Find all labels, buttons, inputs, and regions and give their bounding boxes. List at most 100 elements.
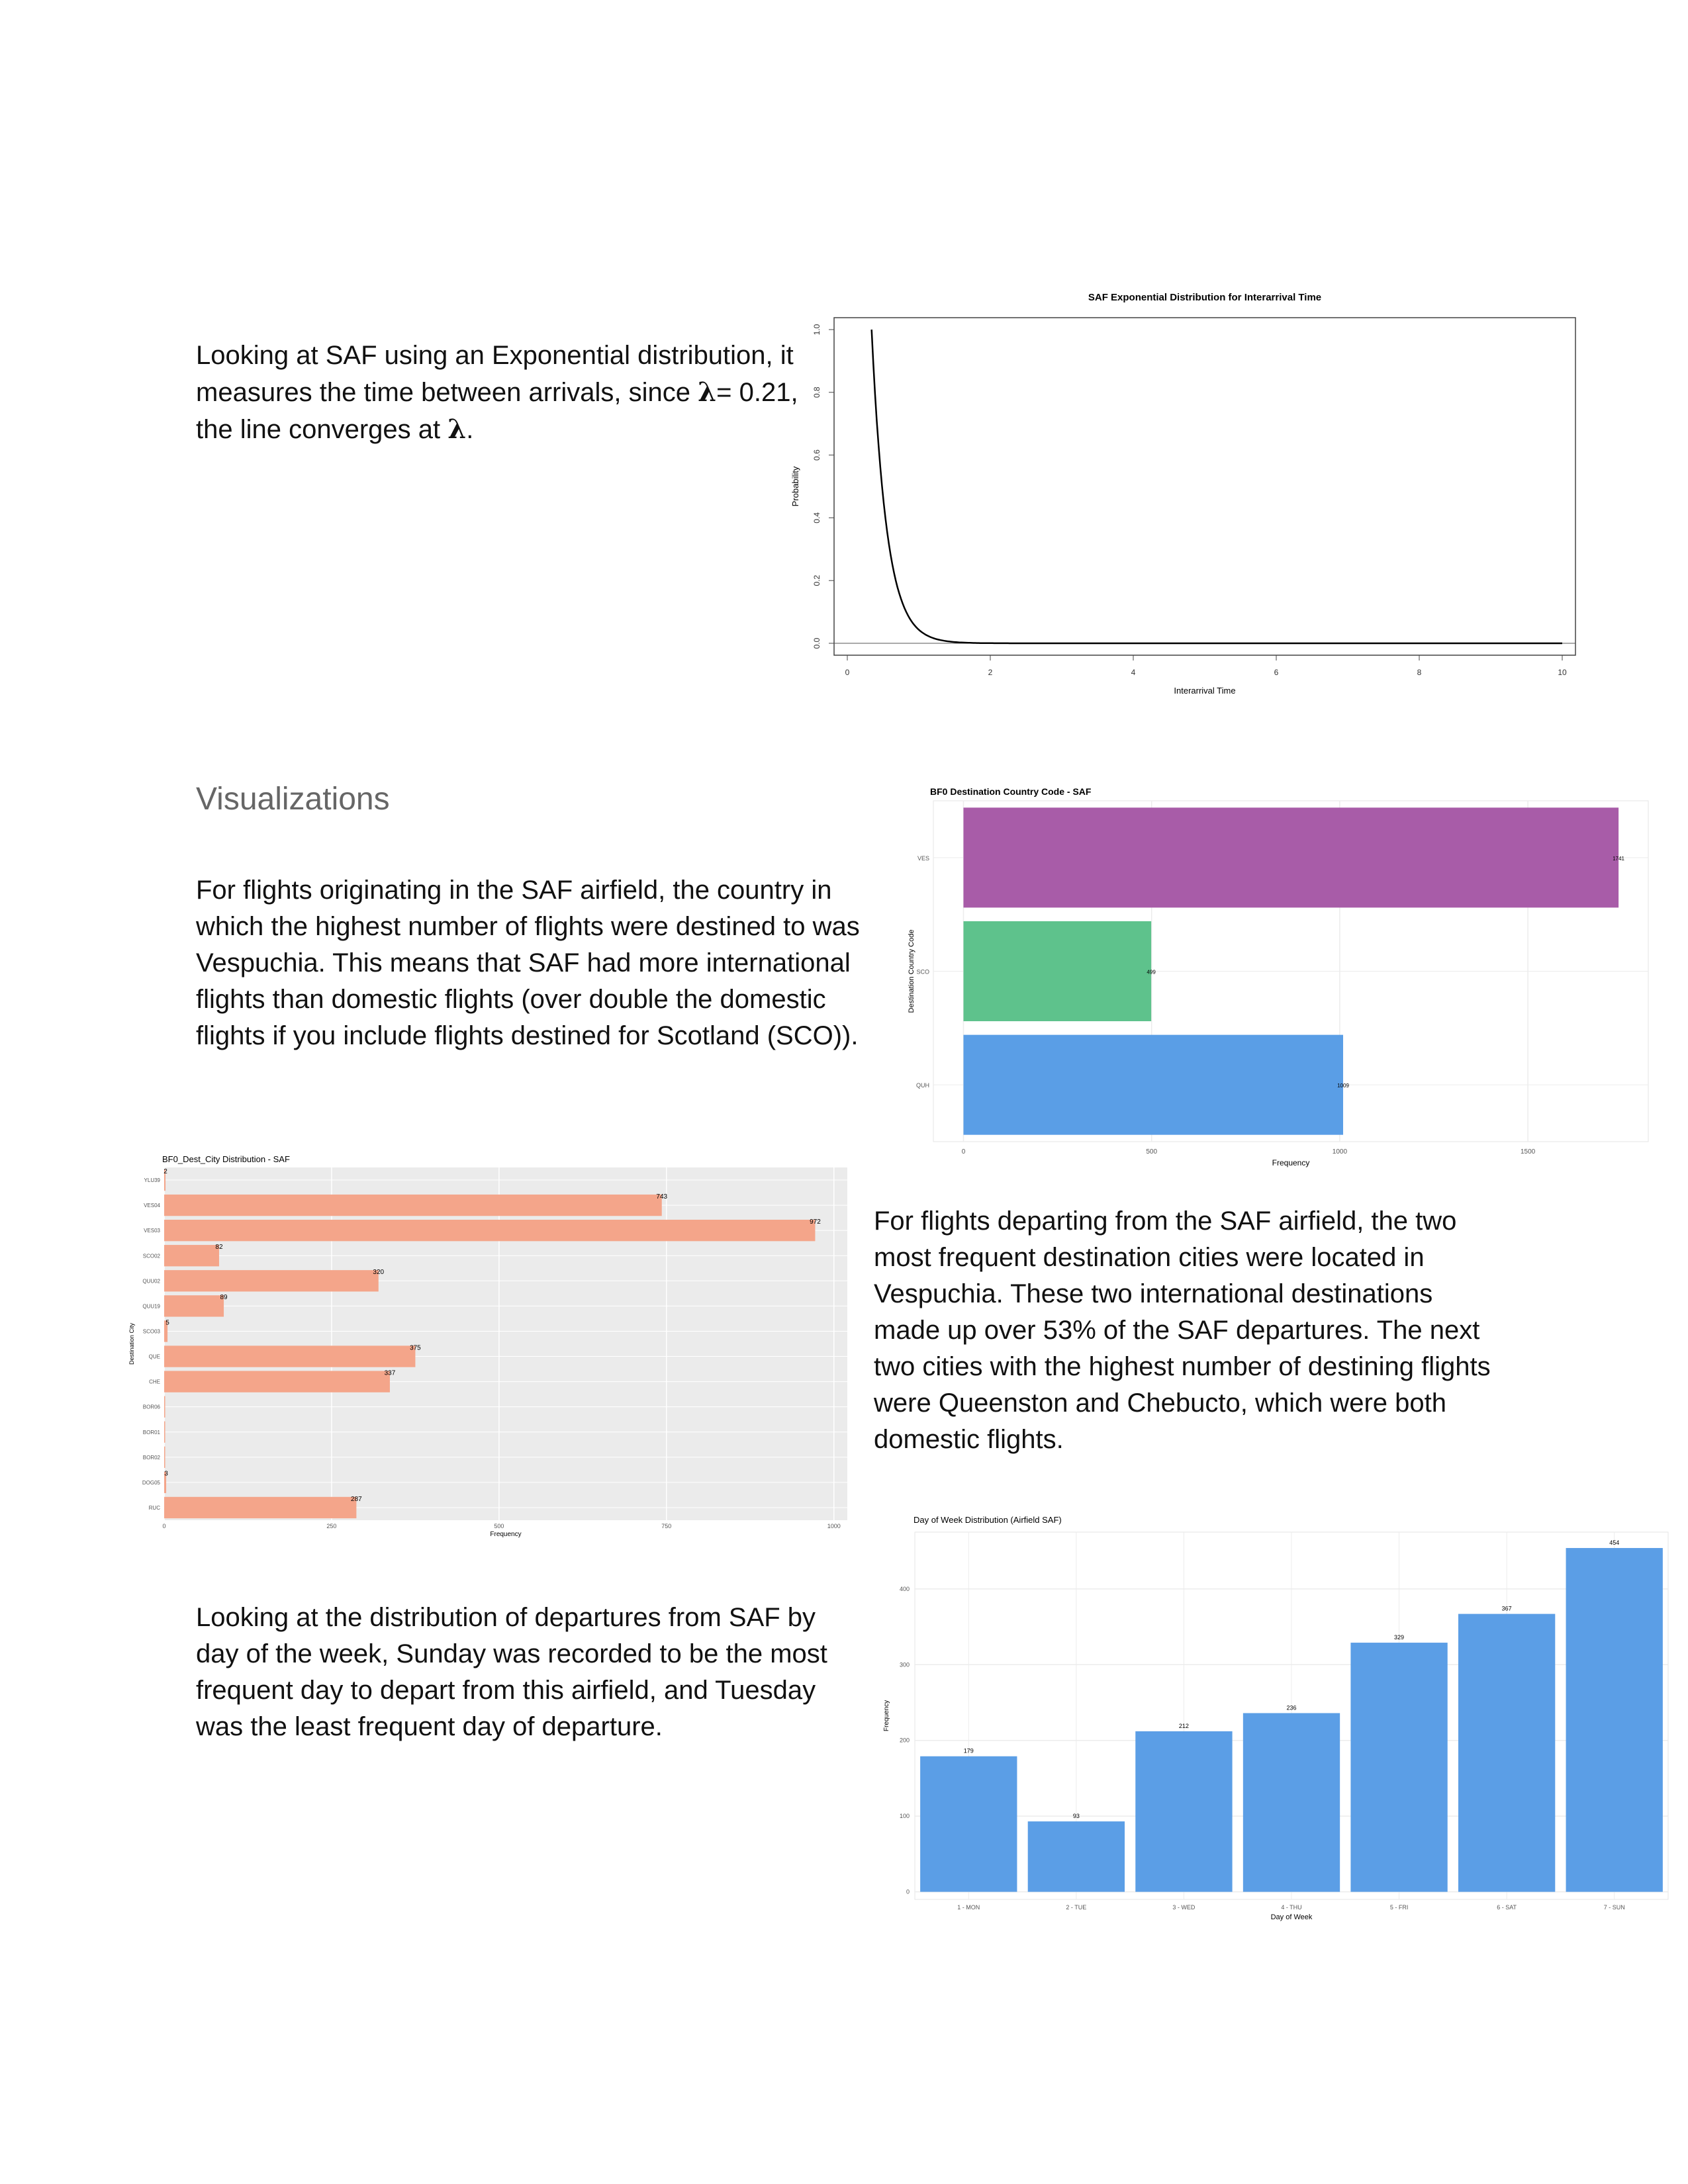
x-tick-label: 4 <box>1131 668 1136 677</box>
bar-value-label: 499 <box>1147 970 1156 976</box>
bar <box>164 1245 219 1267</box>
bar <box>1458 1614 1556 1892</box>
density-line <box>870 329 1562 645</box>
bar-value-label: 337 <box>385 1369 396 1377</box>
bar <box>164 1345 416 1367</box>
bar <box>164 1396 165 1418</box>
city-chart-svg: BF0_Dest_City Distribution - SAF 0 250 500 7… <box>128 1154 847 1538</box>
bar <box>1566 1548 1663 1892</box>
y-tick-label: YLU39 <box>144 1177 161 1183</box>
y-tick-label: 0.6 <box>812 449 821 461</box>
bar-value-label: 1741 <box>1613 856 1624 862</box>
x-axis-label: Frequency <box>490 1531 521 1538</box>
x-tick-label: 2 <box>988 668 993 677</box>
x-tick-label: 750 <box>661 1523 671 1529</box>
bar-value-label: 179 <box>964 1748 974 1754</box>
bar-value-label: 1009 <box>1337 1083 1349 1089</box>
y-tick-label: QUE <box>149 1354 160 1360</box>
x-axis-label: Frequency <box>1272 1158 1310 1167</box>
bar-value-label: 375 <box>410 1344 421 1351</box>
bar-value-label: 972 <box>810 1218 821 1226</box>
y-axis-label: Probability <box>790 466 800 506</box>
y-axis-label: Destination Country Code <box>908 930 915 1013</box>
x-tick-label: 2 - TUE <box>1066 1904 1086 1911</box>
x-tick-label: 1000 <box>827 1523 841 1529</box>
y-tick-label: 0.4 <box>812 512 821 523</box>
bar <box>164 1446 165 1469</box>
exponential-chart-svg: SAF Exponential Distribution for Interar… <box>790 292 1576 696</box>
bar-value-label: 212 <box>1179 1723 1189 1729</box>
y-tick-label: VES <box>917 855 929 862</box>
bar <box>963 921 1152 1022</box>
y-tick-label: 1.0 <box>812 324 821 335</box>
bar-value-label: 82 <box>215 1244 223 1251</box>
bar <box>164 1219 816 1242</box>
x-tick-label: 0 <box>962 1148 966 1156</box>
bar <box>164 1421 165 1443</box>
lambda-symbol: λ <box>698 377 717 408</box>
city-chart: BF0_Dest_City Distribution - SAF 0 250 500 7… <box>126 1153 861 1543</box>
bar-value-label: 743 <box>656 1193 667 1201</box>
bar-value-label: 5 <box>165 1319 169 1326</box>
bar <box>164 1295 224 1317</box>
chart-title: BF0_Dest_City Distribution - SAF <box>162 1154 290 1164</box>
x-tick-label: 0 <box>162 1523 165 1529</box>
bar-value-label: 329 <box>1394 1634 1404 1641</box>
y-tick-label: BOR01 <box>143 1430 161 1435</box>
x-tick-label: 10 <box>1558 668 1567 677</box>
x-tick-label: 7 - SUN <box>1604 1904 1625 1911</box>
y-tick-label: 0.2 <box>812 575 821 586</box>
chart-title: SAF Exponential Distribution for Interar… <box>1088 292 1321 303</box>
y-tick-label: SCO <box>916 969 929 976</box>
exponential-chart: SAF Exponential Distribution for Interar… <box>781 285 1602 708</box>
y-tick-label: 0.8 <box>812 387 821 398</box>
chart-title: Day of Week Distribution (Airfield SAF) <box>914 1515 1062 1525</box>
bar <box>920 1756 1017 1892</box>
bar-value-label: 2 <box>164 1168 167 1175</box>
bar-value-label: 236 <box>1286 1704 1296 1711</box>
y-tick-label: QUU19 <box>142 1303 160 1309</box>
x-tick-label: 1500 <box>1521 1148 1536 1156</box>
country-paragraph: For flights originating in the SAF airfi… <box>196 876 860 1050</box>
x-tick-label: 6 <box>1274 668 1279 677</box>
x-tick-label: 1 - MON <box>957 1904 980 1911</box>
x-tick-label: 500 <box>494 1523 504 1529</box>
y-tick-label: CHE <box>149 1379 160 1385</box>
bar <box>1135 1731 1233 1892</box>
bar-value-label: 320 <box>373 1269 384 1276</box>
y-tick-label: DOG05 <box>142 1480 161 1486</box>
y-tick-label: 0 <box>906 1889 910 1895</box>
day-of-week-paragraph: Looking at the distribution of departure… <box>196 1603 827 1741</box>
y-axis-label: Destination City <box>128 1322 135 1365</box>
x-tick-label: 6 - SAT <box>1497 1904 1517 1911</box>
bar <box>164 1371 390 1392</box>
bar <box>1350 1643 1448 1892</box>
bar-value-label: 3 <box>164 1471 168 1478</box>
bar <box>1027 1821 1125 1892</box>
plot-frame <box>833 317 1576 656</box>
y-tick-label: VES04 <box>144 1203 160 1208</box>
bar <box>963 1034 1344 1135</box>
bar-value-label: 367 <box>1502 1606 1512 1612</box>
bar-value-label: 93 <box>1073 1813 1080 1819</box>
city-paragraph: For flights departing from the SAF airfi… <box>874 1206 1491 1454</box>
bar <box>1243 1713 1340 1892</box>
y-tick-label: BOR02 <box>143 1455 161 1461</box>
x-tick-label: 500 <box>1146 1148 1157 1156</box>
bar-value-label: 454 <box>1609 1539 1619 1546</box>
bar <box>164 1194 662 1216</box>
bar <box>164 1270 379 1292</box>
y-tick-label: BOR06 <box>143 1404 161 1410</box>
x-tick-label: 8 <box>1417 668 1422 677</box>
x-axis-label: Interarrival Time <box>1174 686 1235 696</box>
y-tick-label: 300 <box>900 1661 910 1668</box>
y-tick-label: 100 <box>900 1813 910 1819</box>
x-tick-label: 4 - THU <box>1281 1904 1301 1911</box>
y-tick-label: QUU02 <box>142 1278 160 1284</box>
x-tick-label: 5 - FRI <box>1390 1904 1409 1911</box>
y-tick-label: 200 <box>900 1737 910 1744</box>
y-tick-label: SCO02 <box>143 1253 161 1259</box>
exponential-paragraph: Looking at SAF using an Exponential dist… <box>196 338 812 448</box>
x-tick-label: 0 <box>845 668 850 677</box>
y-tick-label: VES03 <box>144 1228 160 1234</box>
